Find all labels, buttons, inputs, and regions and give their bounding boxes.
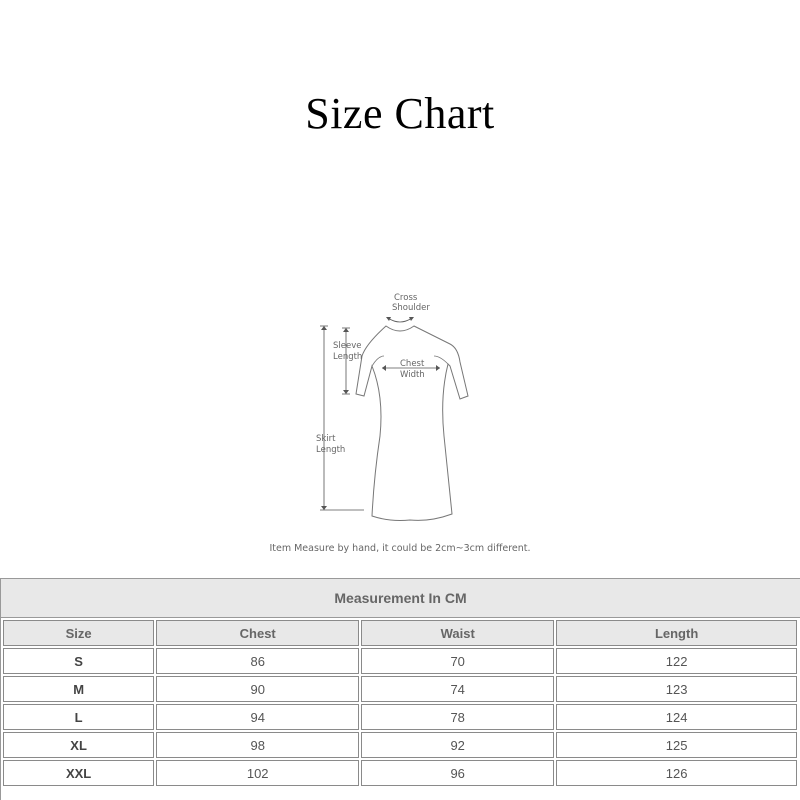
cell-chest: 94 — [156, 704, 360, 730]
cell-length: 124 — [556, 704, 797, 730]
cell-length: 126 — [556, 760, 797, 786]
label-cross: Cross — [394, 293, 418, 303]
size-table-container: Measurement In CM Size Chest Waist Lengt… — [0, 578, 800, 800]
cell-size: L — [3, 704, 155, 730]
table-header-row: Size Chest Waist Length — [3, 620, 797, 646]
cell-chest: 86 — [156, 648, 360, 674]
cell-waist: 96 — [361, 760, 555, 786]
cross-shoulder-arrow — [387, 317, 413, 323]
header-waist: Waist — [361, 620, 555, 646]
label-shoulder: Shoulder — [392, 303, 430, 313]
cell-chest: 102 — [156, 760, 360, 786]
table-row: XL 98 92 125 — [3, 732, 797, 758]
label-width: Width — [400, 370, 425, 380]
header-size: Size — [3, 620, 155, 646]
header-chest: Chest — [156, 620, 360, 646]
table-row: S 86 70 122 — [3, 648, 797, 674]
dress-measurement-diagram: Cross Shoulder Sleeve Length Chest Width… — [300, 286, 500, 526]
label-skirt-length: Length — [316, 445, 345, 455]
cell-size: XL — [3, 732, 155, 758]
table-row: L 94 78 124 — [3, 704, 797, 730]
label-sleeve-length: Length — [333, 352, 362, 362]
dress-illustration: Cross Shoulder Sleeve Length Chest Width… — [316, 293, 469, 521]
cell-waist: 70 — [361, 648, 555, 674]
table-row: M 90 74 123 — [3, 676, 797, 702]
cell-length: 122 — [556, 648, 797, 674]
cell-size: S — [3, 648, 155, 674]
cell-chest: 98 — [156, 732, 360, 758]
cell-size: XXL — [3, 760, 155, 786]
header-length: Length — [556, 620, 797, 646]
size-table: Size Chest Waist Length S 86 70 122 M 90… — [1, 618, 799, 788]
cell-waist: 74 — [361, 676, 555, 702]
measurement-note: Item Measure by hand, it could be 2cm~3c… — [269, 543, 531, 554]
cell-waist: 92 — [361, 732, 555, 758]
cell-length: 123 — [556, 676, 797, 702]
cell-chest: 90 — [156, 676, 360, 702]
table-caption: Measurement In CM — [1, 579, 800, 618]
label-skirt: Skirt — [316, 434, 336, 444]
dress-outline — [355, 325, 469, 521]
label-sleeve: Sleeve — [333, 341, 361, 351]
cell-size: M — [3, 676, 155, 702]
cell-waist: 78 — [361, 704, 555, 730]
table-row: XXL 102 96 126 — [3, 760, 797, 786]
label-chest: Chest — [400, 359, 425, 369]
cell-length: 125 — [556, 732, 797, 758]
page-title: Size Chart — [305, 89, 495, 138]
